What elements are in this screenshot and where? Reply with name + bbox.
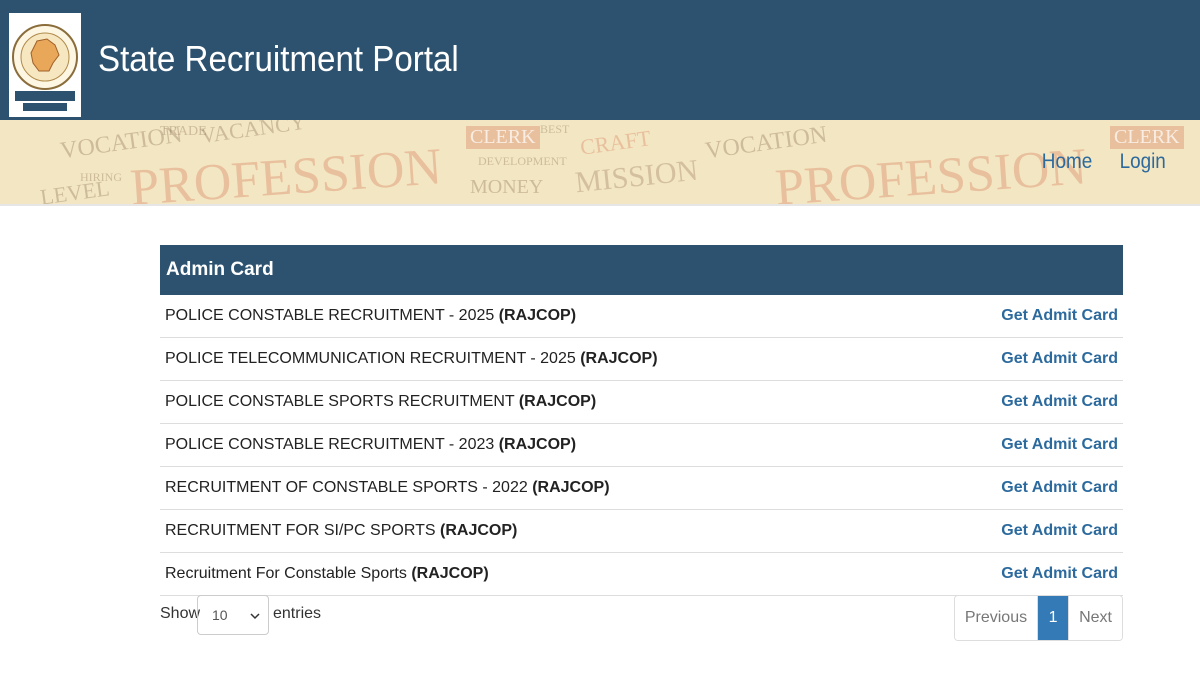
- page-size-value: 10: [212, 607, 228, 623]
- banner-word: TRADE: [160, 124, 207, 139]
- banner-word: CRAFT: [578, 125, 653, 160]
- recruitment-title: POLICE TELECOMMUNICATION RECRUITMENT - 2…: [165, 350, 658, 367]
- recruitment-title: Recruitment For Constable Sports (RAJCOP…: [165, 565, 489, 582]
- previous-page-button[interactable]: Previous: [954, 596, 1038, 640]
- recruitment-title: RECRUITMENT FOR SI/PC SPORTS (RAJCOP): [165, 522, 518, 539]
- site-title: State Recruitment Portal: [98, 38, 459, 79]
- banner-word: MONEY: [470, 176, 544, 198]
- nav-login-link[interactable]: Login: [1119, 150, 1165, 174]
- banner-word: VACANCY: [198, 120, 308, 149]
- table-row: RECRUITMENT OF CONSTABLE SPORTS - 2022 (…: [160, 467, 1123, 510]
- next-page-button[interactable]: Next: [1068, 596, 1122, 640]
- pagination: Previous 1 Next: [953, 595, 1123, 641]
- recruitment-title: POLICE CONSTABLE SPORTS RECRUITMENT (RAJ…: [165, 393, 597, 410]
- chevron-down-icon: [250, 607, 260, 623]
- table-row: POLICE CONSTABLE RECRUITMENT - 2023 (RAJ…: [160, 424, 1123, 467]
- get-admit-card-link[interactable]: Get Admit Card: [1001, 393, 1118, 411]
- recruitment-title: RECRUITMENT OF CONSTABLE SPORTS - 2022 (…: [165, 479, 610, 496]
- banner-word: LEVEL: [38, 175, 111, 206]
- table-row: Recruitment For Constable Sports (RAJCOP…: [160, 553, 1123, 596]
- table-row: RECRUITMENT FOR SI/PC SPORTS (RAJCOP) Ge…: [160, 510, 1123, 553]
- recruitment-title: POLICE CONSTABLE RECRUITMENT - 2023 (RAJ…: [165, 436, 577, 453]
- get-admit-card-link[interactable]: Get Admit Card: [1001, 307, 1118, 325]
- table-controls: Show 10 entries Previous 1 Next: [160, 595, 1123, 641]
- banner-word: MISSION: [573, 153, 700, 200]
- banner-word: DEVELOPMENT: [478, 154, 567, 168]
- table-row: POLICE CONSTABLE SPORTS RECRUITMENT (RAJ…: [160, 381, 1123, 424]
- table-row: POLICE TELECOMMUNICATION RECRUITMENT - 2…: [160, 338, 1123, 381]
- table-row: POLICE CONSTABLE RECRUITMENT - 2025 (RAJ…: [160, 295, 1123, 338]
- admit-card-panel: Admin Card POLICE CONSTABLE RECRUITMENT …: [160, 245, 1123, 596]
- page-1-button[interactable]: 1: [1037, 596, 1069, 640]
- top-nav: Home Login: [1039, 150, 1168, 174]
- get-admit-card-link[interactable]: Get Admit Card: [1001, 522, 1118, 540]
- recruitment-title: POLICE CONSTABLE RECRUITMENT - 2025 (RAJ…: [165, 307, 577, 324]
- get-admit-card-link[interactable]: Get Admit Card: [1001, 479, 1118, 497]
- show-label: Show: [160, 605, 201, 622]
- banner-word: CLERK: [1110, 126, 1184, 149]
- header-banner: PROFESSION PROFESSION VOCATION VOCATION …: [0, 120, 1200, 206]
- banner-word: CLERK: [466, 126, 540, 149]
- banner-word: BEST: [540, 122, 570, 136]
- site-header: State Recruitment Portal: [0, 0, 1200, 120]
- portal-logo[interactable]: [9, 13, 81, 117]
- nav-home-link[interactable]: Home: [1041, 150, 1091, 174]
- get-admit-card-link[interactable]: Get Admit Card: [1001, 350, 1118, 368]
- get-admit-card-link[interactable]: Get Admit Card: [1001, 565, 1118, 583]
- rajasthan-map-seal-icon: [12, 24, 78, 111]
- entries-label: entries: [273, 605, 322, 622]
- get-admit-card-link[interactable]: Get Admit Card: [1001, 436, 1118, 454]
- page-size-select[interactable]: 10: [197, 595, 269, 635]
- panel-title: Admin Card: [160, 245, 1123, 295]
